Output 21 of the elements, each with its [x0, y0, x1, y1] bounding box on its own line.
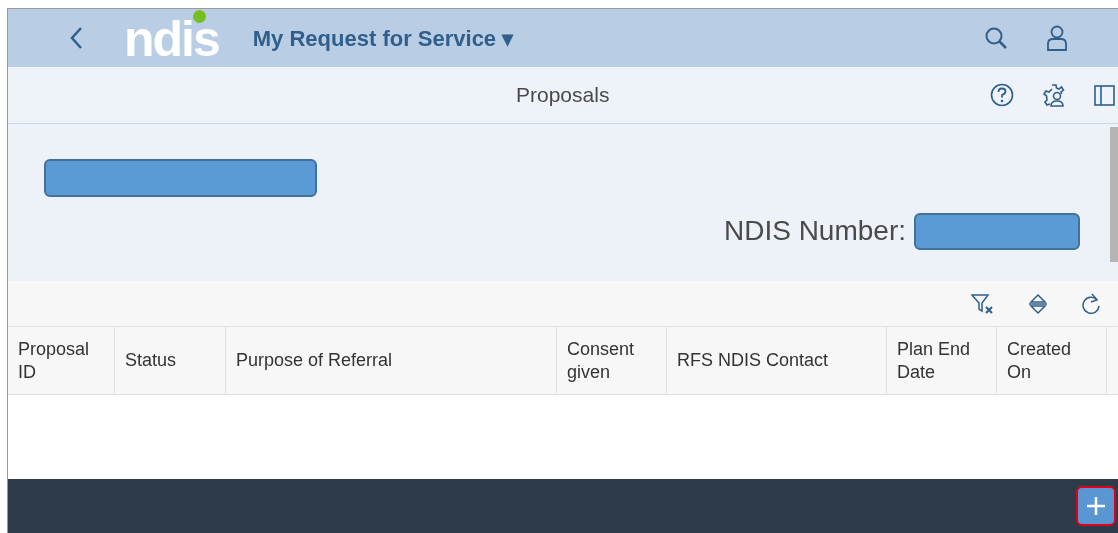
ndis-logo: ndis — [124, 10, 220, 66]
plus-icon — [1086, 496, 1106, 516]
column-header[interactable]: Status — [115, 327, 226, 394]
page-title: Proposals — [516, 82, 610, 109]
search-icon[interactable] — [984, 26, 1008, 50]
refresh-icon[interactable] — [1081, 292, 1101, 315]
column-header[interactable]: Proposal ID — [8, 327, 115, 394]
column-header[interactable]: Consent given — [557, 327, 667, 394]
user-icon[interactable] — [1046, 25, 1068, 51]
add-button[interactable] — [1076, 486, 1116, 526]
column-header[interactable]: RFS NDIS Contact — [667, 327, 887, 394]
column-header[interactable]: Purpose of Referral — [226, 327, 557, 394]
help-icon[interactable] — [990, 83, 1014, 107]
ndis-number-label: NDIS Number: — [723, 214, 906, 248]
sort-icon[interactable] — [1029, 292, 1047, 315]
side-panel-icon[interactable] — [1094, 84, 1115, 106]
app-title-menu[interactable]: My Request for Service ▾ — [252, 21, 514, 55]
column-header[interactable]: Plan End Date — [887, 327, 997, 394]
column-header[interactable]: Created On — [997, 327, 1107, 394]
settings-icon[interactable] — [1042, 82, 1066, 108]
clear-filter-icon[interactable] — [971, 292, 995, 315]
